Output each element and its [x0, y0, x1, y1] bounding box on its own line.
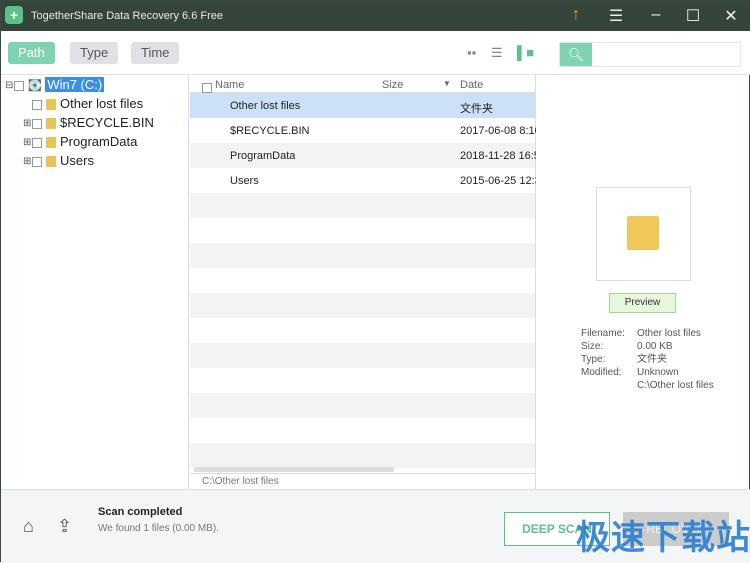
checkbox[interactable]: [32, 156, 42, 167]
watermark: 极速下载站: [576, 519, 750, 557]
tree-item[interactable]: ⊞ Users: [23, 152, 94, 170]
title-bar: + TogetherShare Data Recovery 6.6 Free ↑…: [1, 1, 750, 31]
empty-row: [190, 318, 535, 343]
status-bar: ⌂ ⇪ Scan completed We found 1 files (0.0…: [1, 489, 750, 563]
file-date: 2018-11-28 16:50: [460, 150, 536, 162]
table-row[interactable]: Users 2015-06-25 12:37: [190, 168, 536, 193]
tree-root[interactable]: ⊟ 💽 Win7 (C:): [5, 76, 105, 94]
info-value: 文件夹: [637, 354, 667, 365]
empty-row: [190, 293, 535, 318]
tab-time[interactable]: Time: [131, 42, 180, 64]
file-list: Name Size ▼ Date Other lost files 文件夹 $REC…: [190, 75, 536, 489]
checkbox[interactable]: [32, 118, 42, 129]
home-icon[interactable]: ⌂: [23, 516, 34, 537]
search-box[interactable]: 🔍︎: [559, 42, 741, 67]
info-value: 0.00 KB: [637, 341, 673, 352]
empty-row: [190, 443, 535, 468]
info-key: Modified:: [581, 367, 622, 378]
file-date: 文件夹: [460, 103, 493, 115]
column-size[interactable]: Size: [382, 79, 403, 91]
empty-row: [190, 268, 535, 293]
tab-type[interactable]: Type: [70, 42, 119, 64]
empty-row: [190, 218, 535, 243]
table-row[interactable]: $RECYCLE.BIN 2017-06-08 8:10:: [190, 118, 536, 143]
file-date: 2015-06-25 12:37: [460, 175, 536, 187]
folder-tree: ⊟ 💽 Win7 (C:) Other lost files ⊞ $RECYCLE.…: [1, 75, 189, 489]
empty-row: [190, 343, 535, 368]
maximize-icon[interactable]: ☐: [681, 6, 705, 26]
info-key: Filename:: [581, 328, 625, 339]
tab-path[interactable]: Path: [8, 42, 55, 64]
empty-row: [190, 393, 535, 418]
tree-root-label: Win7 (C:): [45, 77, 105, 92]
tree-item[interactable]: Other lost files: [23, 95, 143, 113]
folder-icon: [46, 156, 56, 168]
current-path: C:\Other lost files: [190, 473, 536, 489]
folder-icon: [46, 99, 56, 111]
checkbox[interactable]: [14, 80, 24, 91]
app-logo-icon: +: [5, 6, 23, 24]
info-row: Modified: Unknown: [581, 366, 714, 379]
file-name: Users: [230, 175, 259, 187]
table-row[interactable]: ProgramData 2018-11-28 16:50: [190, 143, 536, 168]
info-row: Type: 文件夹: [581, 353, 714, 366]
minimize-icon[interactable]: –: [644, 6, 668, 24]
close-icon[interactable]: ✕: [719, 6, 743, 26]
info-row: Size: 0.00 KB: [581, 340, 714, 353]
checkbox[interactable]: [32, 137, 42, 148]
preview-button[interactable]: Preview: [609, 293, 676, 313]
info-row: C:\Other lost files: [581, 379, 714, 392]
window-title: TogetherShare Data Recovery 6.6 Free: [31, 10, 223, 22]
info-value: Other lost files: [637, 328, 701, 339]
upgrade-icon[interactable]: ↑: [564, 6, 588, 24]
scan-status-detail: We found 1 files (0.00 MB).: [98, 523, 219, 534]
column-name[interactable]: Name: [215, 79, 244, 91]
info-row: Filename: Other lost files: [581, 327, 714, 340]
tree-item[interactable]: ⊞ $RECYCLE.BIN: [23, 114, 154, 132]
folder-icon: [46, 137, 56, 149]
folder-icon: [46, 118, 56, 130]
file-date: 2017-06-08 8:10:: [460, 125, 536, 137]
menu-icon[interactable]: ☰: [604, 6, 628, 26]
column-date[interactable]: Date: [460, 79, 483, 91]
info-value: Unknown: [637, 367, 679, 378]
tree-item[interactable]: ⊞ ProgramData: [23, 133, 137, 151]
tree-item-label: Other lost files: [60, 96, 144, 111]
preview-thumbnail: [596, 187, 691, 281]
horizontal-scrollbar[interactable]: [194, 467, 394, 472]
info-key: Type:: [581, 354, 606, 365]
list-header: Name Size ▼ Date: [190, 75, 535, 93]
info-value: C:\Other lost files: [637, 380, 714, 391]
empty-row: [190, 368, 535, 393]
file-info: Filename: Other lost files Size: 0.00 KB Typ…: [581, 327, 714, 392]
info-key: Size:: [581, 341, 604, 352]
sort-desc-icon: ▼: [443, 79, 451, 88]
checkbox[interactable]: [32, 99, 42, 110]
toolbar: Path Type Time ▪▪ ☰ ▌■ 🔍︎: [1, 31, 750, 75]
table-row[interactable]: Other lost files 文件夹: [190, 93, 535, 118]
preview-panel: Preview Filename: Other lost files Size: 0.…: [537, 75, 750, 489]
file-name: $RECYCLE.BIN: [230, 125, 310, 137]
export-icon[interactable]: ⇪: [57, 516, 72, 537]
detail-view-icon[interactable]: ▌■: [517, 45, 534, 60]
search-icon[interactable]: 🔍︎: [560, 43, 592, 66]
empty-row: [190, 193, 535, 218]
list-view-icon[interactable]: ☰: [491, 45, 503, 61]
file-name: Other lost files: [230, 100, 301, 112]
scan-status-title: Scan completed: [98, 506, 183, 518]
tree-item-label: Users: [60, 153, 94, 168]
empty-row: [190, 243, 535, 268]
folder-icon: [627, 216, 659, 250]
empty-row: [190, 418, 535, 443]
tree-item-label: $RECYCLE.BIN: [60, 115, 154, 130]
file-name: ProgramData: [230, 150, 296, 162]
tree-item-label: ProgramData: [60, 134, 138, 149]
grid-view-icon[interactable]: ▪▪: [467, 45, 476, 60]
